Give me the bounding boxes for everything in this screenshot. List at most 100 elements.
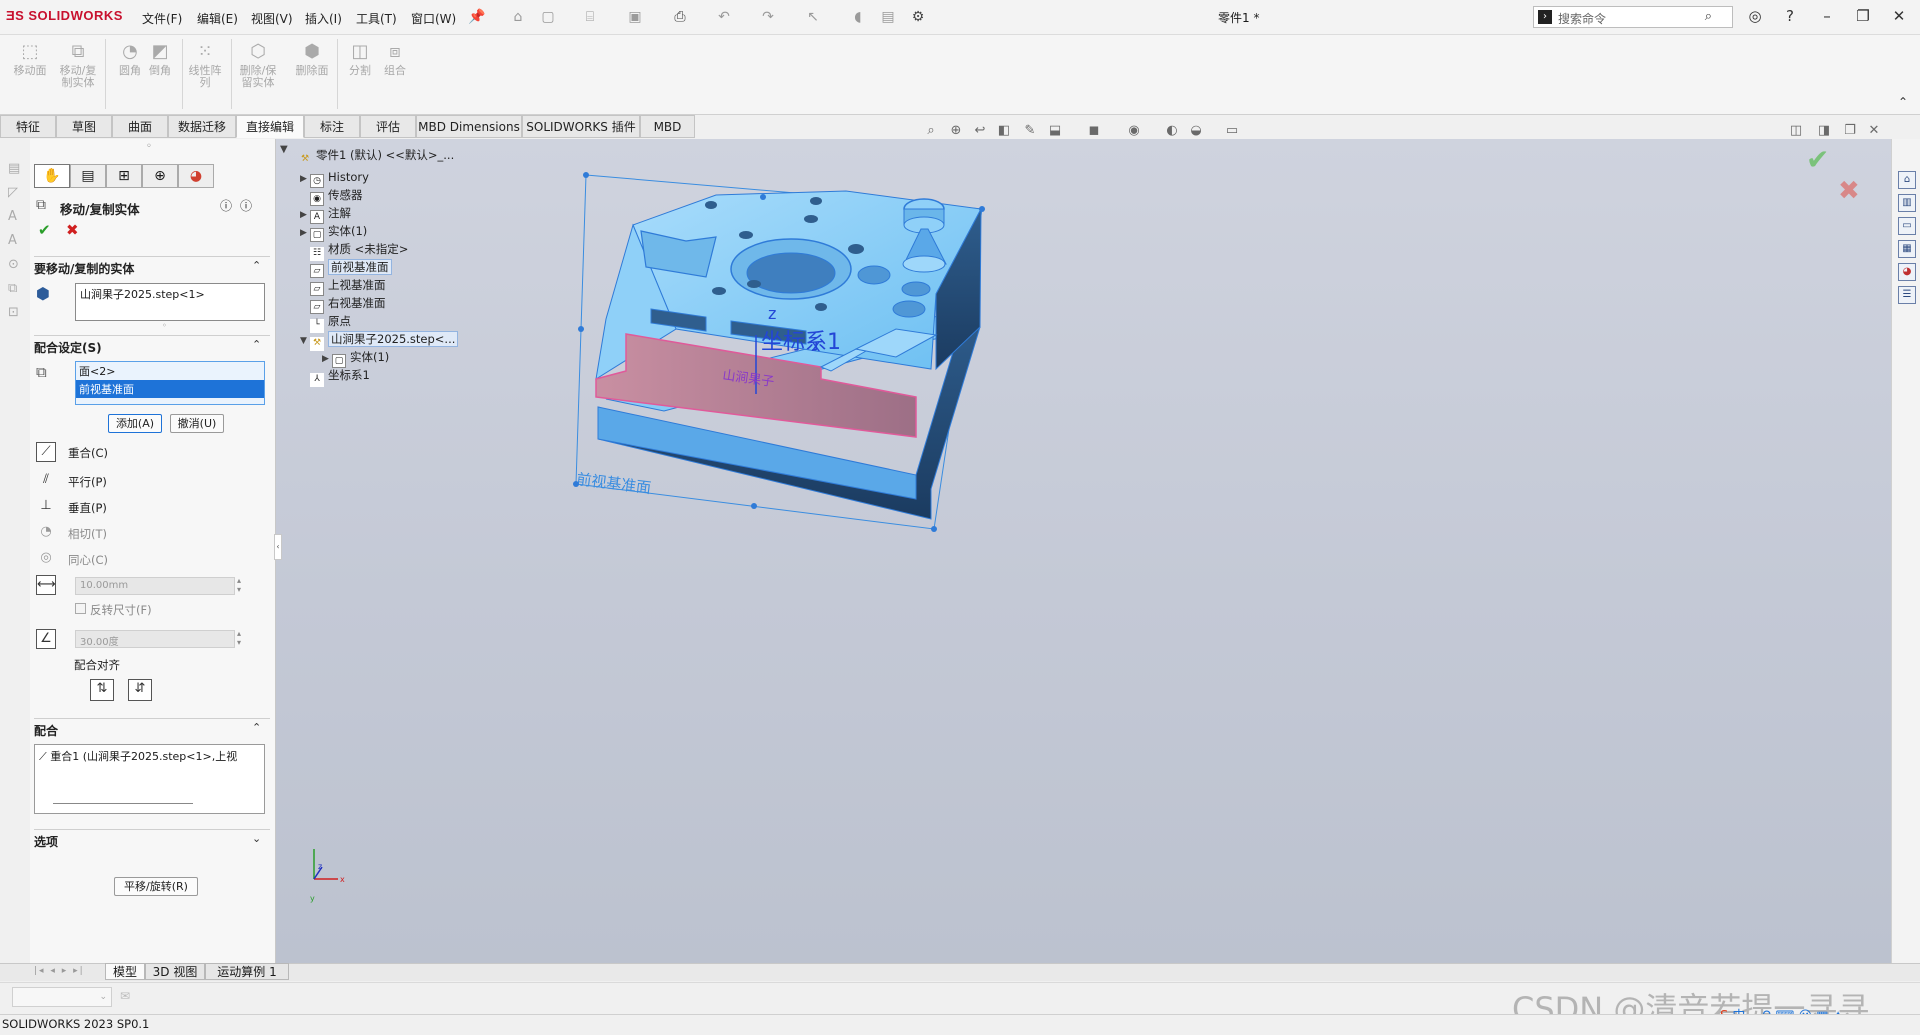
combine-button[interactable]: ⧈ 组合 bbox=[375, 41, 415, 77]
tree-item-front-plane[interactable]: ▱ 前视基准面 bbox=[300, 258, 392, 278]
display-style-icon[interactable]: ◼ bbox=[1086, 123, 1102, 139]
bodies-selection-box[interactable]: 山涧果子2025.step<1> bbox=[75, 283, 265, 321]
message-icon[interactable]: ✉ bbox=[120, 989, 130, 1003]
linear-pattern-button[interactable]: ⁙ 线性阵列 bbox=[185, 41, 225, 89]
dynamic-annotation-icon[interactable]: ✎ bbox=[1022, 123, 1038, 139]
note-icon[interactable]: A bbox=[8, 233, 17, 248]
delete-body-button[interactable]: ⬡ 删除/保留实体 bbox=[238, 41, 278, 89]
confirm-corner-cancel-icon[interactable]: ✖ bbox=[1838, 176, 1860, 206]
tangent-icon[interactable]: ◔ bbox=[36, 523, 56, 543]
hide-show-items-icon[interactable]: ◉ bbox=[1126, 123, 1142, 139]
mate-entities-box[interactable]: 面<2> 前视基准面 bbox=[75, 361, 265, 405]
mate-parallel[interactable]: 平行(P) bbox=[68, 474, 107, 490]
tab-motion-study[interactable]: 运动算例 1 bbox=[205, 963, 289, 980]
ok-button[interactable]: ✔ bbox=[38, 221, 51, 239]
tab-features[interactable]: 特征 bbox=[0, 115, 56, 138]
undo-icon[interactable]: ↶ bbox=[716, 9, 732, 25]
tab-scroll-arrows[interactable]: |◂ ◂ ▸ ▸| bbox=[34, 966, 85, 976]
tree-item-solid-bodies-child[interactable]: ▶ ▢ 实体(1) bbox=[322, 348, 389, 368]
angle-spinner[interactable]: ▴ ▾ bbox=[237, 629, 241, 647]
list-scrollbar[interactable] bbox=[53, 803, 193, 804]
translate-rotate-button[interactable]: 平移/旋转(R) bbox=[114, 877, 198, 896]
home-icon[interactable]: ⌂ bbox=[510, 9, 526, 25]
search-input[interactable]: › 搜索命令 ⌕ bbox=[1533, 6, 1733, 28]
tab-markup[interactable]: 标注 bbox=[304, 115, 360, 138]
redo-icon[interactable]: ↷ bbox=[760, 9, 776, 25]
distance-spinner[interactable]: ▴ ▾ bbox=[237, 576, 241, 594]
tab-configuration-manager[interactable]: ⊞ bbox=[106, 164, 142, 188]
appearances-icon[interactable]: ◕ bbox=[1898, 263, 1916, 281]
tab-data-migration[interactable]: 数据迁移 bbox=[168, 115, 236, 138]
viewport-tile-icon[interactable]: ◫ bbox=[1788, 123, 1804, 139]
smart-dimension-icon[interactable]: ◸ bbox=[8, 185, 18, 200]
custom-properties-icon[interactable]: ☰ bbox=[1898, 286, 1916, 304]
tab-solidworks-addins[interactable]: SOLIDWORKS 插件 bbox=[522, 115, 640, 138]
text-icon[interactable]: A bbox=[8, 209, 17, 224]
file-explorer-icon[interactable]: ▭ bbox=[1898, 217, 1916, 235]
tab-direct-editing[interactable]: 直接编辑 bbox=[236, 115, 304, 138]
section-mate-settings-header[interactable]: 配合设定(S) bbox=[34, 339, 102, 356]
datum-icon[interactable]: ⊡ bbox=[8, 305, 19, 320]
apply-scene-icon[interactable]: ◒ bbox=[1188, 123, 1204, 139]
section-mates-header[interactable]: 配合 bbox=[34, 722, 58, 739]
mates-list[interactable]: ⟋ 重合1 (山涧果子2025.step<1>,上视 bbox=[34, 744, 265, 814]
tree-item-annotations[interactable]: ▶ A 注解 bbox=[300, 204, 351, 224]
design-library-icon[interactable]: ▥ bbox=[1898, 194, 1916, 212]
menu-tools[interactable]: 工具(T) bbox=[356, 10, 397, 27]
mate-tangent[interactable]: 相切(T) bbox=[68, 526, 107, 542]
viewport-maximize-icon[interactable]: ❐ bbox=[1842, 123, 1858, 139]
section-bodies-header[interactable]: 要移动/复制的实体 bbox=[34, 260, 134, 277]
tab-property-manager[interactable]: ✋ bbox=[34, 164, 70, 188]
panel-collapse-handle[interactable]: ‹ bbox=[274, 534, 282, 560]
mate-entity-item-selected[interactable]: 前视基准面 bbox=[76, 380, 264, 398]
tree-item-material[interactable]: ☷ 材质 <未指定> bbox=[300, 240, 408, 261]
sketch-tool-icon[interactable]: ▤ bbox=[8, 161, 20, 176]
balloon-icon[interactable]: ⊙ bbox=[8, 257, 19, 272]
tree-item-imported-body[interactable]: ▼ ⚒ 山涧果子2025.step<... bbox=[300, 330, 459, 351]
zoom-to-fit-icon[interactable]: ⌕ bbox=[923, 123, 939, 139]
solidworks-resources-icon[interactable]: ⌂ bbox=[1898, 171, 1916, 189]
mate-list-item[interactable]: ⟋ 重合1 (山涧果子2025.step<1>,上视 bbox=[35, 745, 264, 767]
split-button[interactable]: ◫ 分割 bbox=[340, 41, 380, 77]
cancel-button[interactable]: ✖ bbox=[66, 221, 79, 239]
expand-icon[interactable]: ⌄ bbox=[252, 832, 261, 845]
save-icon[interactable]: ▣ bbox=[627, 9, 643, 25]
tab-display-manager[interactable]: ◕ bbox=[178, 164, 214, 188]
viewport-split-icon[interactable]: ◨ bbox=[1816, 123, 1832, 139]
move-face-button[interactable]: ⬚ 移动面 bbox=[10, 41, 50, 77]
collapse-ribbon-icon[interactable]: ⌃ bbox=[1898, 95, 1908, 109]
rebuild-icon[interactable]: ◖ bbox=[850, 9, 866, 25]
section-view-icon[interactable]: ◧ bbox=[996, 123, 1012, 139]
distance-input[interactable]: 10.00mm bbox=[75, 577, 235, 595]
undo-button[interactable]: 撤消(U) bbox=[170, 414, 224, 433]
mate-coincident[interactable]: 重合(C) bbox=[68, 445, 108, 461]
edit-appearance-icon[interactable]: ◐ bbox=[1164, 123, 1180, 139]
configuration-dropdown[interactable]: ⌄ bbox=[12, 987, 112, 1007]
menu-view[interactable]: 视图(V) bbox=[251, 10, 293, 27]
tab-mbd-dimensions[interactable]: MBD Dimensions bbox=[416, 115, 522, 138]
tab-3d-views[interactable]: 3D 视图 bbox=[145, 963, 205, 980]
menu-file[interactable]: 文件(F) bbox=[142, 10, 182, 27]
angle-input[interactable]: 30.00度 bbox=[75, 630, 235, 648]
tab-dimxpert-manager[interactable]: ⊕ bbox=[142, 164, 178, 188]
tree-item-history[interactable]: ▶ ◷ History bbox=[300, 168, 369, 188]
tab-feature-manager[interactable]: ▤ bbox=[70, 164, 106, 188]
tree-item-coordinate-system[interactable]: ⅄ 坐标系1 bbox=[300, 366, 370, 387]
move-copy-body-button[interactable]: ⧉ 移动/复制实体 bbox=[58, 41, 98, 89]
collapse-icon[interactable]: ⌃ bbox=[252, 338, 261, 351]
view-palette-icon[interactable]: ▦ bbox=[1898, 240, 1916, 258]
tree-item-right-plane[interactable]: ▱ 右视基准面 bbox=[300, 294, 386, 314]
collapse-icon[interactable]: ⌃ bbox=[252, 259, 261, 272]
tab-evaluate[interactable]: 评估 bbox=[360, 115, 416, 138]
mate-entity-item[interactable]: 面<2> bbox=[76, 362, 264, 380]
open-icon[interactable]: ⌸ bbox=[582, 9, 598, 25]
coincident-icon[interactable]: ⟋ bbox=[36, 442, 56, 462]
parallel-icon[interactable]: ⫽ bbox=[36, 471, 56, 491]
view-orientation-icon[interactable]: ⬓ bbox=[1047, 123, 1063, 139]
tree-item-solid-bodies[interactable]: ▶ ▢ 实体(1) bbox=[300, 222, 367, 242]
panel-grip-icon[interactable]: ◦ bbox=[146, 141, 152, 152]
delete-face-button[interactable]: ⬢ 删除面 bbox=[292, 41, 332, 77]
help-icon[interactable]: ⓘ bbox=[240, 197, 252, 214]
close-button[interactable]: ✕ bbox=[1889, 7, 1909, 27]
zoom-to-area-icon[interactable]: ⊕ bbox=[948, 123, 964, 139]
